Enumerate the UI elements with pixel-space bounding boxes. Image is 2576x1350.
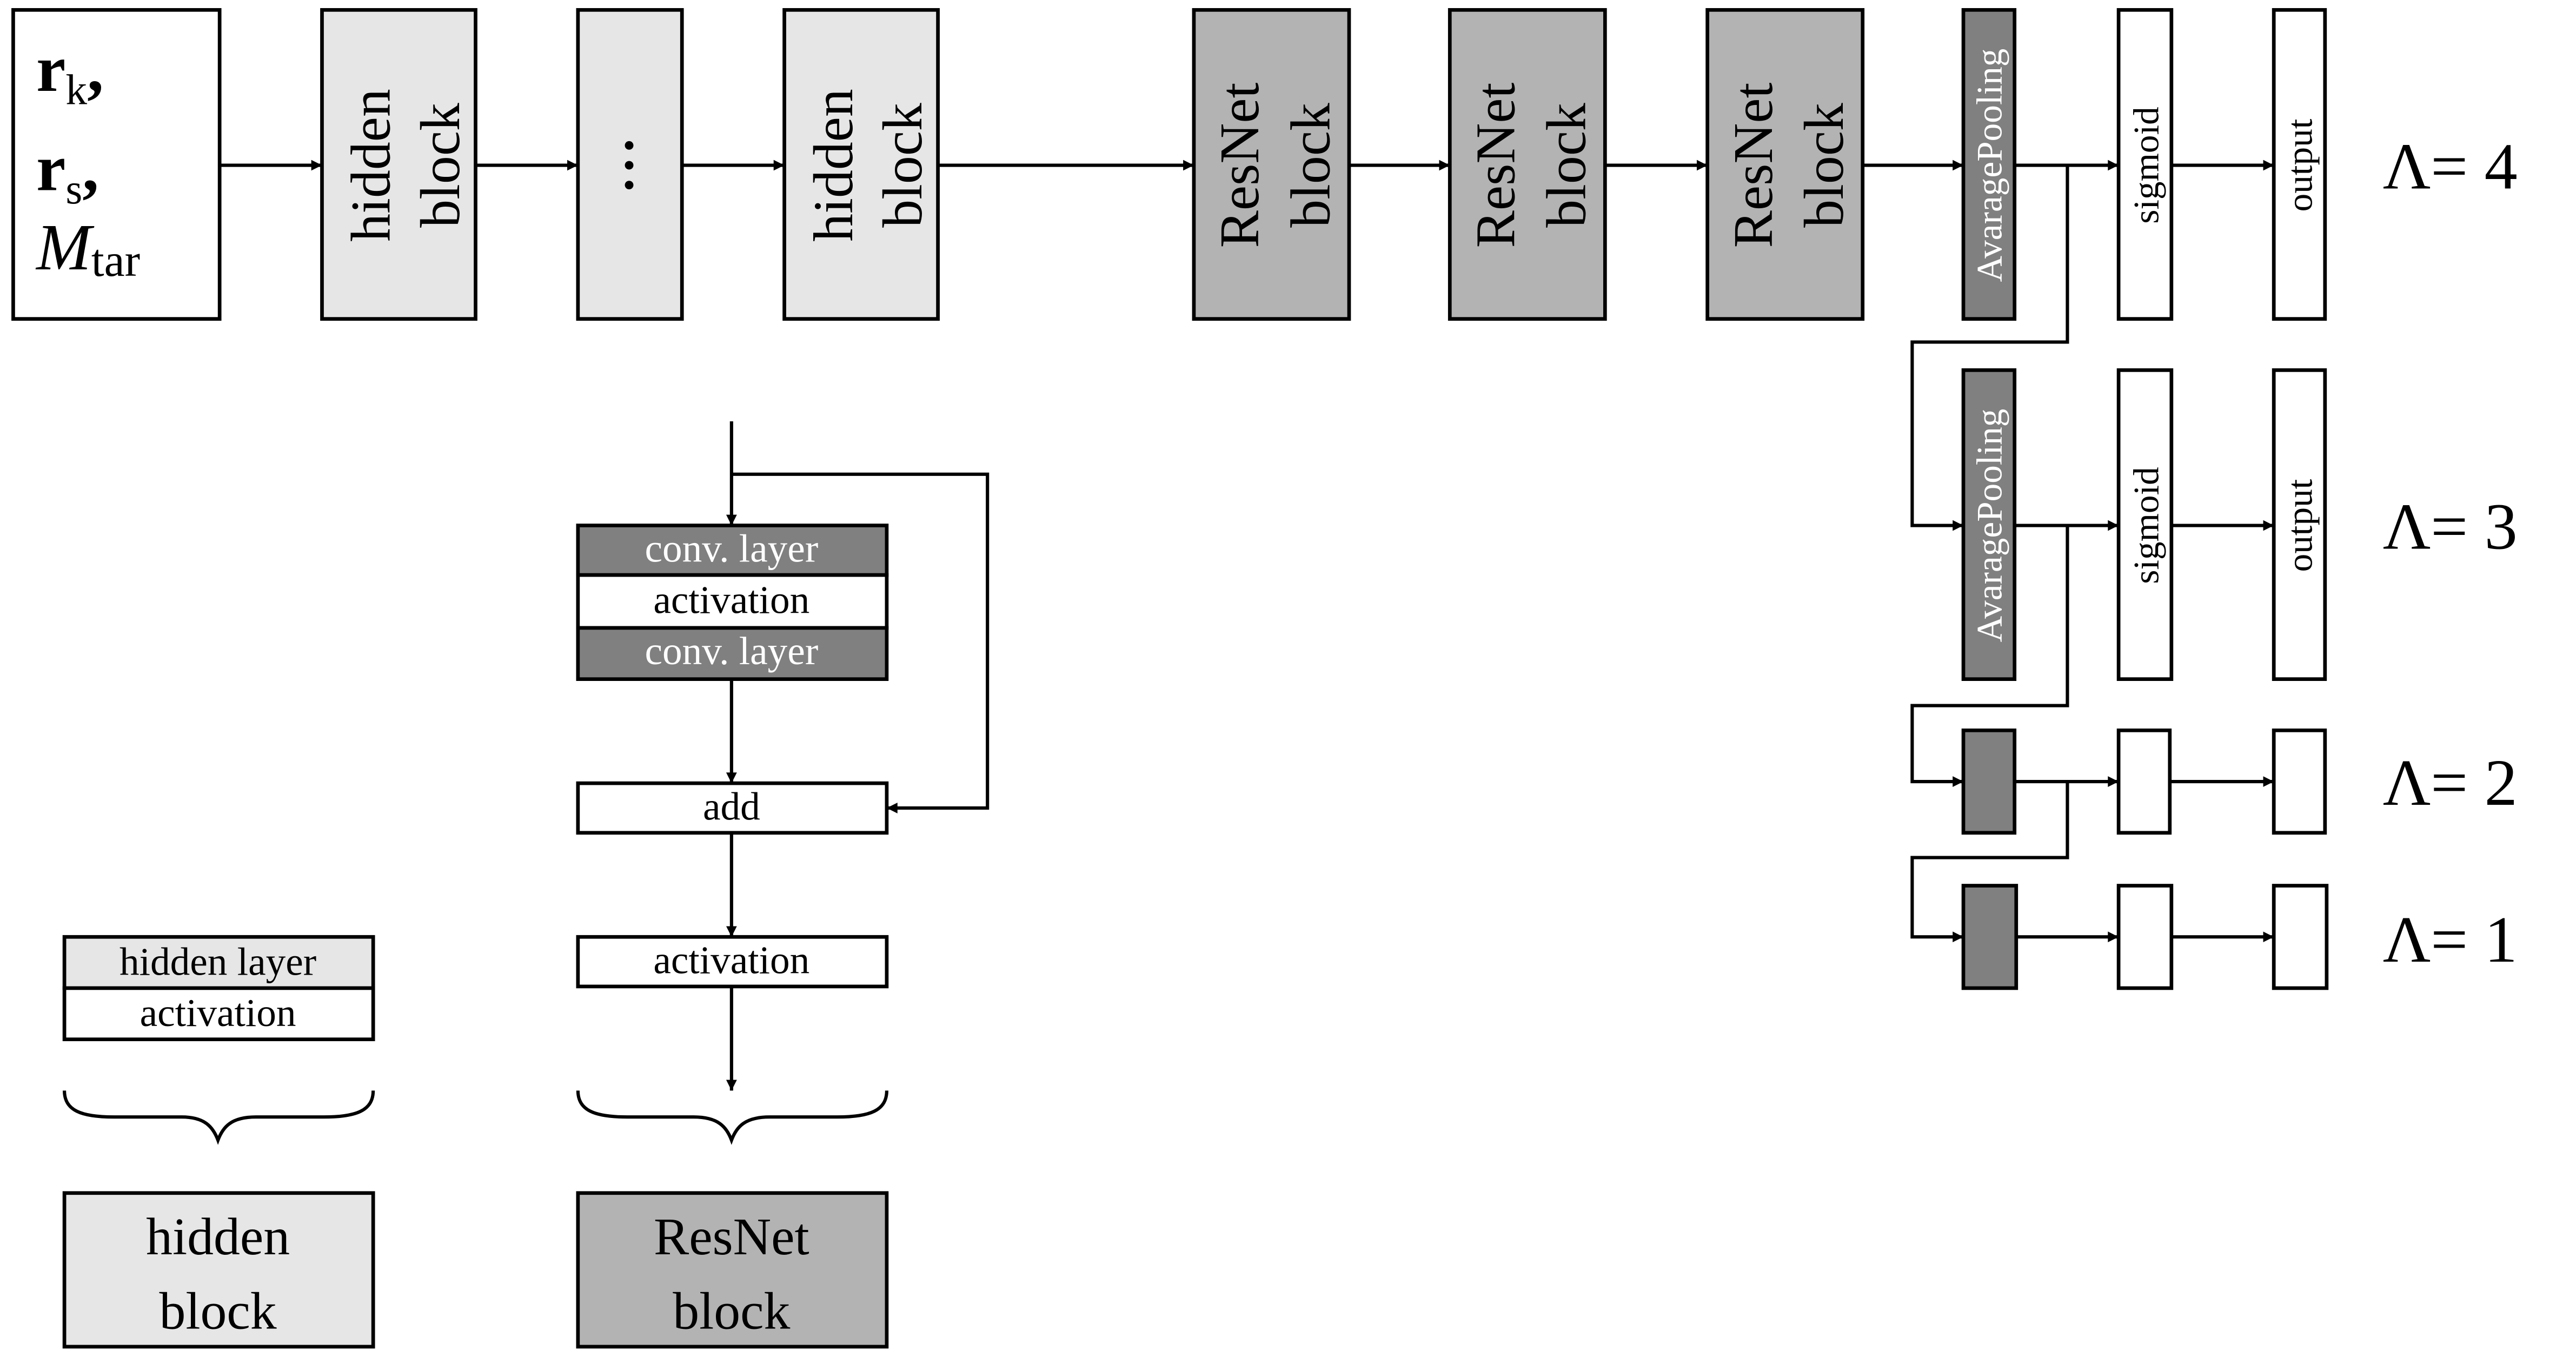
head-lambda-4: AvaragePooling sigmoid output Λ= 4 [1961, 8, 2518, 321]
sigmoid-box [2116, 884, 2174, 990]
lambda-label: Λ= 2 [2383, 746, 2518, 819]
resnet-legend-line2: block [673, 1282, 790, 1340]
conv-layer-2-label: conv. layer [645, 629, 818, 673]
resnet-block-3: ResNet block [1705, 8, 1865, 321]
hidden-block-2-line2: block [872, 103, 934, 228]
hidden-block-ellipsis [576, 8, 684, 321]
hidden-layer-label: hidden layer [119, 939, 316, 983]
lambda-label: Λ= 3 [2383, 490, 2518, 563]
resnet-block-2: ResNet block [1448, 8, 1607, 321]
network-architecture-diagram: rk, rs, Mtar hidden block hidden block R… [11, 8, 2518, 1349]
activation-2-label: activation [653, 938, 809, 982]
resnet-detail: conv. layer activation conv. layer add a… [576, 421, 990, 1349]
hidden-legend-line2: block [160, 1282, 277, 1340]
sigmoid-box [2116, 728, 2172, 835]
pooling-box [1961, 884, 2019, 990]
hidden-block-1-line1: hidden [340, 89, 402, 242]
resnet-block-3-line2: block [1793, 103, 1855, 228]
pooling-label: AvaragePooling [1969, 409, 2009, 643]
lambda-label: Λ= 1 [2383, 903, 2518, 976]
hidden-detail: hidden layer activation hidden block [62, 935, 375, 1349]
resnet-block-1-line1: ResNet [1209, 82, 1271, 248]
lambda-label: Λ= 4 [2383, 130, 2518, 203]
head-lambda-3: AvaragePooling sigmoid output Λ= 3 [1961, 368, 2518, 681]
activation-1-label: activation [653, 578, 809, 621]
input-box: rk, rs, Mtar [11, 8, 222, 321]
output-label: output [2279, 479, 2320, 572]
brace-icon [63, 1090, 375, 1145]
resnet-block-2-line2: block [1536, 103, 1598, 228]
head-lambda-2: Λ= 2 [1961, 728, 2518, 835]
resnet-block-3-line1: ResNet [1722, 82, 1784, 248]
vertical-ellipsis-icon [625, 141, 634, 190]
add-label: add [703, 784, 760, 828]
hidden-legend-line1: hidden [146, 1208, 290, 1266]
hidden-activation-label: activation [140, 991, 296, 1035]
sigmoid-label: sigmoid [2126, 467, 2166, 584]
hidden-block-1-line2: block [409, 103, 472, 228]
resnet-legend-line1: ResNet [654, 1208, 809, 1266]
hidden-block-1: hidden block [320, 8, 477, 321]
sigmoid-label: sigmoid [2126, 107, 2166, 224]
resnet-block-1: ResNet block [1192, 8, 1351, 321]
output-box [2272, 728, 2327, 835]
resnet-block-1-line2: block [1279, 103, 1342, 228]
hidden-block-2-line1: hidden [802, 89, 865, 242]
head-lambda-1: Λ= 1 [1961, 884, 2518, 990]
pooling-label: AvaragePooling [1969, 49, 2009, 282]
output-label: output [2279, 118, 2320, 211]
hidden-block-2: hidden block [782, 8, 940, 321]
output-box [2272, 884, 2329, 990]
pooling-box [1961, 728, 2017, 835]
resnet-block-2-line1: ResNet [1464, 82, 1526, 248]
brace-icon [576, 1090, 888, 1145]
conv-layer-1-label: conv. layer [645, 527, 818, 571]
